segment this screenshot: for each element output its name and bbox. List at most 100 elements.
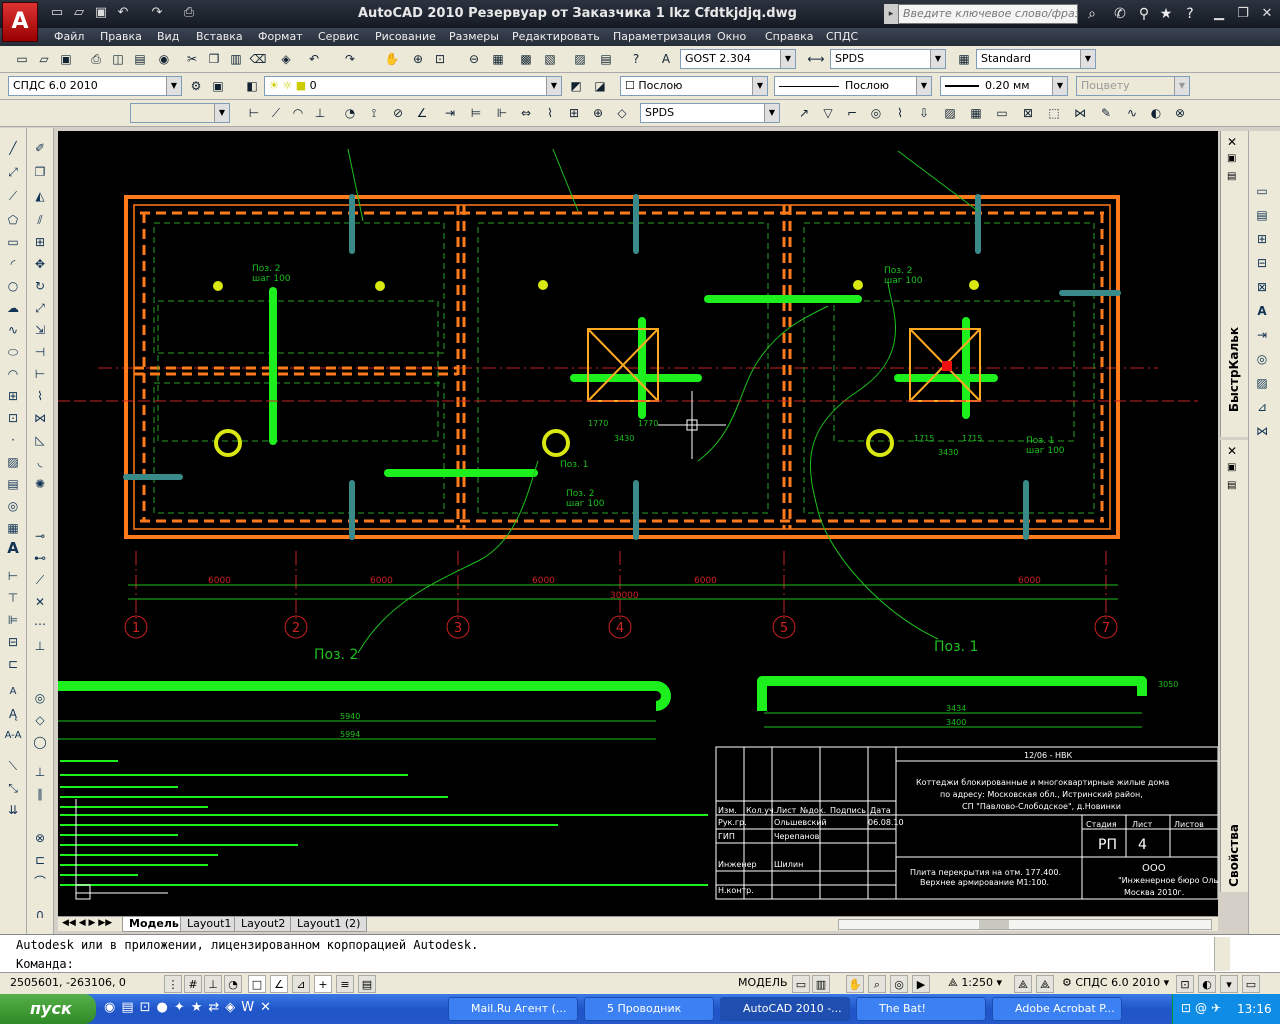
osnap-perp-icon[interactable]: ⊥: [30, 636, 50, 656]
menu-edit[interactable]: Правка: [100, 30, 142, 43]
zoom-realtime-icon[interactable]: ⊕: [408, 49, 428, 69]
spds-axis-icon[interactable]: ◎: [866, 103, 886, 123]
offset-icon[interactable]: ⫽: [30, 210, 50, 230]
osnap-node-icon[interactable]: ⊗: [30, 828, 50, 848]
stretch-icon[interactable]: ⇲: [30, 320, 50, 340]
trim-icon[interactable]: ⊣: [30, 342, 50, 362]
zoom-status-icon[interactable]: ⌕: [868, 975, 886, 993]
construction-line-icon[interactable]: ⤢: [3, 162, 23, 182]
inspect-icon[interactable]: ◇: [612, 103, 632, 123]
text-edit-icon[interactable]: Ą: [3, 704, 23, 724]
rotate-icon[interactable]: ↻: [30, 276, 50, 296]
print-icon[interactable]: ⎙: [180, 4, 198, 22]
layer-select[interactable]: ☀ ☼ ■ 0 ▼: [264, 76, 562, 96]
osnap-near-icon[interactable]: ⌒: [30, 872, 50, 892]
plot-preview-icon[interactable]: ◫: [108, 49, 128, 69]
tab-layout2[interactable]: Layout2: [234, 917, 293, 932]
workspace-switch[interactable]: ⚙ СПДС 6.0 2010 ▾: [1062, 976, 1169, 989]
region-icon[interactable]: ◎: [3, 496, 23, 516]
table-icon[interactable]: ▦: [3, 518, 23, 538]
close-icon[interactable]: ✕: [1227, 444, 1237, 458]
gradient-icon[interactable]: ▤: [3, 474, 23, 494]
polygon-icon[interactable]: ⬠: [3, 210, 23, 230]
workspace-save-icon[interactable]: ▣: [208, 76, 228, 96]
spds-tool-8-icon[interactable]: ▨: [1252, 373, 1272, 393]
dim-arc-icon[interactable]: ◠: [288, 103, 308, 123]
dim-chain-icon[interactable]: ⊫: [3, 610, 23, 630]
fillet-icon[interactable]: ◟: [30, 452, 50, 472]
spds-mark-icon[interactable]: ⊗: [1170, 103, 1190, 123]
dim-horiz-icon[interactable]: ⊢: [3, 566, 23, 586]
showmotion-icon[interactable]: ▶: [912, 975, 930, 993]
command-scrollbar[interactable]: [1214, 937, 1230, 971]
tab-layout1-2[interactable]: Layout1 (2): [290, 917, 368, 932]
menu-view[interactable]: Вид: [157, 30, 179, 43]
clean-screen-icon[interactable]: ▭: [1242, 975, 1260, 993]
save-icon[interactable]: ▣: [56, 49, 76, 69]
command-prompt[interactable]: Команда:: [16, 957, 74, 971]
menu-spds[interactable]: СПДС: [826, 30, 858, 43]
task-explorer[interactable]: 5 Проводник: [584, 997, 714, 1021]
search-toggle-icon[interactable]: ▸: [884, 4, 898, 24]
linetype-select[interactable]: Послою ▼: [774, 76, 932, 96]
osnap-par-icon[interactable]: ∥: [30, 784, 50, 804]
dim-linear-icon[interactable]: ⊢: [244, 103, 264, 123]
quick-launch-icons[interactable]: ◉▤⊡●✦★⇄◈W✕: [104, 1000, 277, 1015]
explode-icon[interactable]: ✺: [30, 474, 50, 494]
match-prop-icon[interactable]: ⌫: [248, 49, 268, 69]
menu-file[interactable]: Файл: [54, 30, 84, 43]
osnap-center-icon[interactable]: ◎: [30, 688, 50, 708]
otrack-icon[interactable]: ∠: [270, 975, 288, 993]
search-input[interactable]: Введите ключевое слово/фразу: [898, 4, 1078, 24]
spds-level-icon[interactable]: ▽: [818, 103, 838, 123]
undo-icon[interactable]: ↶: [114, 4, 132, 22]
line-icon[interactable]: ╱: [3, 138, 23, 158]
dim-jogged-icon[interactable]: ⟟: [364, 103, 384, 123]
spds-note-icon[interactable]: ✎: [1096, 103, 1116, 123]
lineweight-toggle-icon[interactable]: ≡: [336, 975, 354, 993]
help-icon[interactable]: ?: [1180, 4, 1200, 24]
tab-model[interactable]: Модель: [122, 917, 186, 932]
spds-tool-10-icon[interactable]: ⋈: [1252, 421, 1272, 441]
mirror-icon[interactable]: ◭: [30, 186, 50, 206]
menu-parametric[interactable]: Параметризация: [613, 30, 711, 43]
horizontal-scrollbar[interactable]: [838, 919, 1212, 930]
menu-format[interactable]: Формат: [258, 30, 303, 43]
cut-icon[interactable]: ✂: [182, 49, 202, 69]
circle-icon[interactable]: ○: [3, 276, 23, 296]
save-icon[interactable]: ▣: [92, 4, 110, 22]
tab-first-icon[interactable]: ◀◀ ◀ ▶ ▶▶: [62, 918, 112, 928]
task-the-bat[interactable]: The Bat!: [856, 997, 986, 1021]
close-icon[interactable]: ✕: [1227, 135, 1237, 149]
osnap-mid-icon[interactable]: ⟋: [30, 570, 50, 590]
pan-status-icon[interactable]: ✋: [846, 975, 864, 993]
3d-dwf-icon[interactable]: ◉: [154, 49, 174, 69]
extend-icon[interactable]: ⊢: [30, 364, 50, 384]
task-mail-agent[interactable]: Mail.Ru Агент (...: [448, 997, 578, 1021]
dim-break-icon[interactable]: ⌇: [540, 103, 560, 123]
spds-format-icon[interactable]: ▭: [992, 103, 1012, 123]
ellipse-arc-icon[interactable]: ◠: [3, 364, 23, 384]
mtext-icon[interactable]: A: [3, 538, 23, 558]
spds-marker-icon[interactable]: ⊠: [1018, 103, 1038, 123]
properties-icon[interactable]: ▦: [488, 49, 508, 69]
plot-icon[interactable]: ⎙: [86, 49, 106, 69]
autoscale-icon[interactable]: ⟁: [1036, 975, 1054, 993]
restore-button[interactable]: ❐: [1232, 4, 1254, 24]
binoculars-icon[interactable]: ⌕: [1082, 4, 1102, 24]
copy-object-icon[interactable]: ❐: [30, 162, 50, 182]
insert-block-icon[interactable]: ⊞: [3, 386, 23, 406]
qnew-icon[interactable]: ▭: [12, 49, 32, 69]
spline-icon[interactable]: ∿: [3, 320, 23, 340]
table-style-select[interactable]: Standard ▼: [976, 49, 1096, 69]
isolate-icon[interactable]: ◐: [1198, 975, 1216, 993]
spds-tool-6-icon[interactable]: ⇥: [1252, 325, 1272, 345]
close-button[interactable]: ✕: [1256, 4, 1278, 24]
point-icon[interactable]: ·: [3, 430, 23, 450]
start-button[interactable]: пуск: [0, 994, 96, 1024]
arc-icon[interactable]: ◜: [3, 254, 23, 274]
undo-icon[interactable]: ↶: [304, 49, 324, 69]
design-center-icon[interactable]: ▩: [516, 49, 536, 69]
minimize-button[interactable]: ▁: [1208, 4, 1230, 24]
scale-icon[interactable]: ⤢: [30, 298, 50, 318]
